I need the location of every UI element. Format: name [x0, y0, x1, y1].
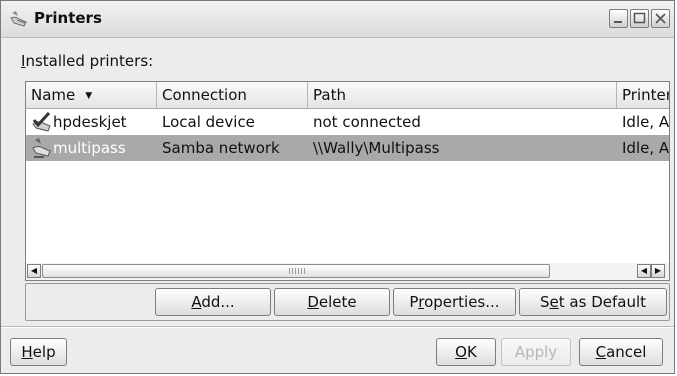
scroll-left-icon[interactable]: ◀: [637, 264, 651, 278]
apply-button[interactable]: Apply: [501, 338, 571, 366]
printer-path: \\Wally\Multipass: [313, 139, 440, 157]
scrollbar-thumb[interactable]: [42, 264, 550, 278]
add-button[interactable]: Add...: [155, 288, 271, 316]
delete-button[interactable]: Delete: [274, 288, 390, 316]
close-button[interactable]: [651, 9, 670, 28]
help-button[interactable]: Help: [10, 338, 67, 366]
printer-status: Idle, Ac: [622, 113, 669, 131]
column-header: Name ▼ Connection Path Printer: [26, 82, 669, 109]
scroll-left-icon[interactable]: ◀: [27, 264, 41, 278]
printers-window: Printers Installed printers: Name ▼ Conne…: [0, 0, 675, 374]
printer-connection: Local device: [162, 113, 255, 131]
network-printer-icon: [30, 137, 54, 159]
horizontal-scrollbar[interactable]: ◀ ◀ ▶: [26, 263, 669, 280]
sort-down-icon: ▼: [85, 90, 93, 101]
printer-icon: [9, 10, 31, 28]
table-row[interactable]: hpdeskjet Local device not connected Idl…: [26, 109, 669, 135]
grip-icon: [289, 268, 307, 274]
separator: [1, 326, 674, 328]
ok-button[interactable]: OK: [436, 338, 496, 366]
printer-path: not connected: [313, 113, 421, 131]
window-title: Printers: [34, 9, 102, 27]
printer-name: hpdeskjet: [53, 113, 127, 131]
column-path[interactable]: Path: [308, 82, 617, 108]
cancel-button[interactable]: Cancel: [579, 338, 663, 366]
maximize-button[interactable]: [630, 9, 649, 28]
installed-printers-label: Installed printers:: [21, 52, 154, 70]
printers-list[interactable]: Name ▼ Connection Path Printer hpdeskjet …: [25, 81, 670, 281]
printer-name: multipass: [53, 139, 126, 157]
set-as-default-button[interactable]: Set as Default: [519, 288, 667, 316]
printer-actions-bar: Add... Delete Properties... Set as Defau…: [25, 283, 670, 321]
column-name[interactable]: Name ▼: [26, 82, 157, 108]
column-connection[interactable]: Connection: [157, 82, 308, 108]
properties-button[interactable]: Properties...: [393, 288, 516, 316]
minimize-button[interactable]: [609, 9, 628, 28]
column-printer[interactable]: Printer: [617, 82, 669, 108]
printer-connection: Samba network: [162, 139, 280, 157]
scroll-right-icon[interactable]: ▶: [651, 264, 665, 278]
printer-checkmark-icon: [30, 111, 54, 133]
title-bar[interactable]: Printers: [1, 1, 674, 38]
table-row[interactable]: multipass Samba network \\Wally\Multipas…: [26, 135, 669, 161]
printer-status: Idle, Ac: [622, 139, 669, 157]
